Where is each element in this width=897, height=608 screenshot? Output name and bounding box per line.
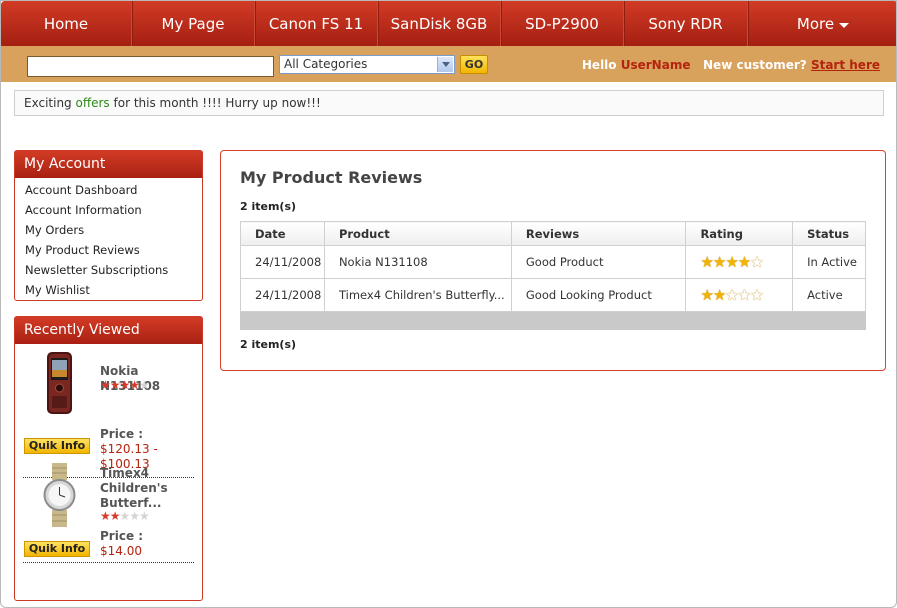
account-information-link[interactable]: Account Information <box>25 200 202 220</box>
quik-info-button[interactable]: Quik Info <box>24 541 90 557</box>
rating-stars: ★★★★★ <box>100 509 150 523</box>
quik-info-button[interactable]: Quik Info <box>24 438 90 454</box>
table-header-row: Date Product Reviews Rating Status <box>240 221 866 246</box>
my-orders-link[interactable]: My Orders <box>25 220 202 240</box>
page-title: My Product Reviews <box>240 168 423 187</box>
account-menu: Account Dashboard Account Information My… <box>15 178 202 300</box>
table-row[interactable]: 24/11/2008 Timex4 Children's Butterfly..… <box>240 278 866 312</box>
column-header-status[interactable]: Status <box>792 221 866 246</box>
watch-image[interactable] <box>37 463 82 527</box>
review-status: In Active <box>792 245 866 279</box>
rating-stars: ★★★★★ <box>100 378 150 392</box>
table-footer-bar <box>240 312 866 330</box>
nav-more[interactable]: More <box>748 1 896 46</box>
review-product[interactable]: Timex4 Children's Butterfly... <box>323 278 512 312</box>
review-product[interactable]: Nokia N131108 <box>323 245 512 279</box>
recently-viewed-title: Recently Viewed <box>15 317 202 344</box>
nav-sd-p2900[interactable]: SD-P2900 <box>501 1 624 46</box>
review-rating: ★★★★★ <box>685 278 794 312</box>
dropdown-arrow-icon[interactable] <box>437 57 453 72</box>
offers-banner: Exciting offers for this month !!!! Hurr… <box>14 90 884 116</box>
username: UserName <box>620 58 691 72</box>
product-reviews-panel: My Product Reviews 2 item(s) Date Produc… <box>220 150 886 371</box>
nav-my-page[interactable]: My Page <box>132 1 255 46</box>
recently-viewed-item: Timex4 Children's Butterf... ★★★★★ Price… <box>15 463 202 582</box>
recently-viewed-item: Nokia N131108 ★★★★★ Quik Info Price : $1… <box>15 344 202 478</box>
price-label: Price : <box>100 529 144 543</box>
item-count: 2 item(s) <box>240 200 297 213</box>
my-account-title: My Account <box>15 151 202 178</box>
user-greeting: Hello UserName New customer? Start here <box>581 58 880 72</box>
review-status: Active <box>792 278 866 312</box>
price-value: $14.00 <box>100 544 142 558</box>
column-header-reviews[interactable]: Reviews <box>510 221 687 246</box>
column-header-product[interactable]: Product <box>323 221 512 246</box>
review-text[interactable]: Good Looking Product <box>510 278 687 312</box>
price-label: Price : <box>100 427 144 441</box>
recently-viewed-box: Recently Viewed Nokia N131108 ★★★★★ Quik… <box>14 316 203 601</box>
nav-sandisk-8gb[interactable]: SanDisk 8GB <box>378 1 501 46</box>
newsletter-subscriptions-link[interactable]: Newsletter Subscriptions <box>25 260 202 280</box>
nav-home[interactable]: Home <box>1 1 132 46</box>
caret-down-icon <box>839 22 850 28</box>
item-count-bottom: 2 item(s) <box>240 338 297 351</box>
start-here-link[interactable]: Start here <box>811 58 880 72</box>
review-date: 24/11/2008 <box>240 278 325 312</box>
review-text[interactable]: Good Product <box>510 245 687 279</box>
item-divider <box>23 562 194 563</box>
product-name[interactable]: Timex4 Children's Butterf... <box>100 466 168 511</box>
top-nav: Home My Page Canon FS 11 SanDisk 8GB SD-… <box>1 1 896 46</box>
nav-canon-fs11[interactable]: Canon FS 11 <box>255 1 378 46</box>
my-account-box: My Account Account Dashboard Account Inf… <box>14 150 203 301</box>
my-wishlist-link[interactable]: My Wishlist <box>25 280 202 300</box>
phone-image[interactable] <box>37 351 82 415</box>
column-header-rating[interactable]: Rating <box>685 221 794 246</box>
page-frame: Home My Page Canon FS 11 SanDisk 8GB SD-… <box>0 0 897 608</box>
account-dashboard-link[interactable]: Account Dashboard <box>25 180 202 200</box>
search-input[interactable] <box>27 56 274 77</box>
price-value: $120.13 - <box>100 442 158 456</box>
offers-link[interactable]: offers <box>76 96 110 110</box>
table-row[interactable]: 24/11/2008 Nokia N131108 Good Product ★★… <box>240 245 866 279</box>
my-product-reviews-link[interactable]: My Product Reviews <box>25 240 202 260</box>
go-button[interactable]: GO <box>460 55 488 74</box>
category-select[interactable]: All Categories <box>279 55 455 74</box>
review-rating: ★★★★★ <box>685 245 794 279</box>
nav-sony-rdr[interactable]: Sony RDR <box>624 1 748 46</box>
column-header-date[interactable]: Date <box>240 221 325 246</box>
reviews-table: Date Product Reviews Rating Status 24/11… <box>240 221 866 312</box>
search-bar: All Categories GO Hello UserName New cus… <box>1 46 896 82</box>
review-date: 24/11/2008 <box>240 245 325 279</box>
